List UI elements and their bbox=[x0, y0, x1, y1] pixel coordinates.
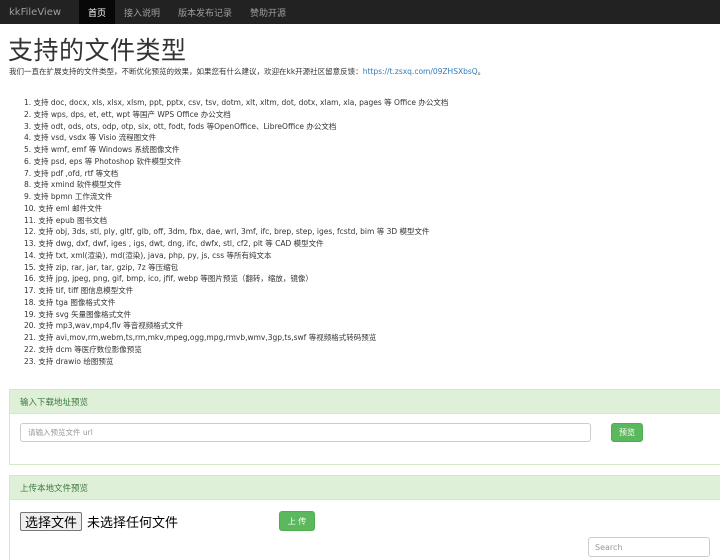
list-item: 15. 支持 zip, rar, jar, tar, gzip, 7z 等压缩包 bbox=[24, 262, 179, 272]
upload-button[interactable]: 上 传 bbox=[279, 511, 315, 531]
brand-logo-text[interactable]: kkFileView bbox=[0, 0, 79, 24]
nav-item-home[interactable]: 首页 bbox=[79, 0, 116, 24]
list-item: 11. 支持 epub 图书文档 bbox=[24, 215, 107, 225]
list-item: 14. 支持 txt, xml(渲染), md(渲染), java, php, … bbox=[24, 250, 272, 260]
list-item: 3. 支持 odt, ods, ots, odp, otp, six, ott,… bbox=[24, 121, 337, 131]
url-preview-panel: 输入下载地址预览 请输入预览文件 url 预览 bbox=[9, 389, 720, 465]
list-item: 23. 支持 drawio 绘图预览 bbox=[24, 356, 114, 366]
list-item: 4. 支持 vsd, vsdx 等 Visio 流程图文件 bbox=[24, 133, 157, 143]
intro-paragraph: 我们一直在扩展支持的文件类型，不断优化预览的效果，如果您有什么建议，欢迎在kk开… bbox=[9, 66, 485, 77]
intro-text: 我们一直在扩展支持的文件类型，不断优化预览的效果，如果您有什么建议，欢迎在kk开… bbox=[9, 67, 363, 76]
list-item: 13. 支持 dwg, dxf, dwf, iges , igs, dwt, d… bbox=[24, 239, 324, 248]
intro-suffix: 。 bbox=[477, 67, 486, 76]
list-item: 8. 支持 xmind 软件模型文件 bbox=[24, 180, 122, 190]
search-input[interactable]: Search bbox=[588, 537, 710, 557]
list-item: 19. 支持 svg 矢量图像格式文件 bbox=[24, 309, 132, 319]
list-item: 22. 支持 dcm 等医疗数位影像预览 bbox=[24, 344, 142, 354]
list-item: 12. 支持 obj, 3ds, stl, ply, gltf, glb, of… bbox=[24, 227, 430, 237]
feedback-link[interactable]: https://t.zsxq.com/09ZHSXbsQ bbox=[363, 67, 478, 76]
supported-types-list: 1. 支持 doc, docx, xls, xlsx, xlsm, ppt, p… bbox=[24, 97, 448, 367]
list-item: 18. 支持 tga 图像格式文件 bbox=[24, 297, 116, 307]
list-item: 17. 支持 tif, tiff 图信息模型文件 bbox=[24, 286, 134, 295]
preview-button[interactable]: 预览 bbox=[611, 423, 643, 442]
list-item: 9. 支持 bpmn 工作流文件 bbox=[24, 192, 113, 201]
list-item: 7. 支持 pdf ,ofd, rtf 等文档 bbox=[24, 168, 119, 178]
top-navbar: kkFileView 首页 接入说明 版本发布记录 赞助开源 bbox=[0, 0, 720, 24]
file-status-text: 未选择任何文件 bbox=[87, 516, 179, 531]
nav-item-integration-guide[interactable]: 接入说明 bbox=[115, 0, 169, 24]
page-title: 支持的文件类型 bbox=[8, 36, 187, 65]
list-item: 1. 支持 doc, docx, xls, xlsx, xlsm, ppt, p… bbox=[24, 98, 449, 107]
list-item: 10. 支持 eml 邮件文件 bbox=[24, 203, 103, 213]
list-item: 5. 支持 wmf, emf 等 Windows 系统图像文件 bbox=[24, 145, 180, 154]
url-preview-heading: 输入下载地址预览 bbox=[10, 390, 720, 414]
list-item: 2. 支持 wps, dps, et, ett, wpt 等国产 WPS Off… bbox=[24, 109, 231, 119]
nav-item-release-notes[interactable]: 版本发布记录 bbox=[169, 0, 241, 24]
choose-file-button[interactable]: 选择文件 bbox=[20, 512, 83, 531]
upload-preview-heading: 上传本地文件预览 bbox=[10, 476, 720, 500]
preview-url-input[interactable]: 请输入预览文件 url bbox=[20, 423, 591, 442]
list-item: 20. 支持 mp3,wav,mp4,flv 等音视频格式文件 bbox=[24, 321, 184, 331]
list-item: 21. 支持 avi,mov,rm,webm,ts,rm,mkv,mpeg,og… bbox=[24, 333, 377, 342]
list-item: 16. 支持 jpg, jpeg, png, gif, bmp, ico, jf… bbox=[24, 274, 313, 284]
list-item: 6. 支持 psd, eps 等 Photoshop 软件模型文件 bbox=[24, 156, 182, 166]
nav-item-sponsor[interactable]: 赞助开源 bbox=[241, 0, 295, 24]
